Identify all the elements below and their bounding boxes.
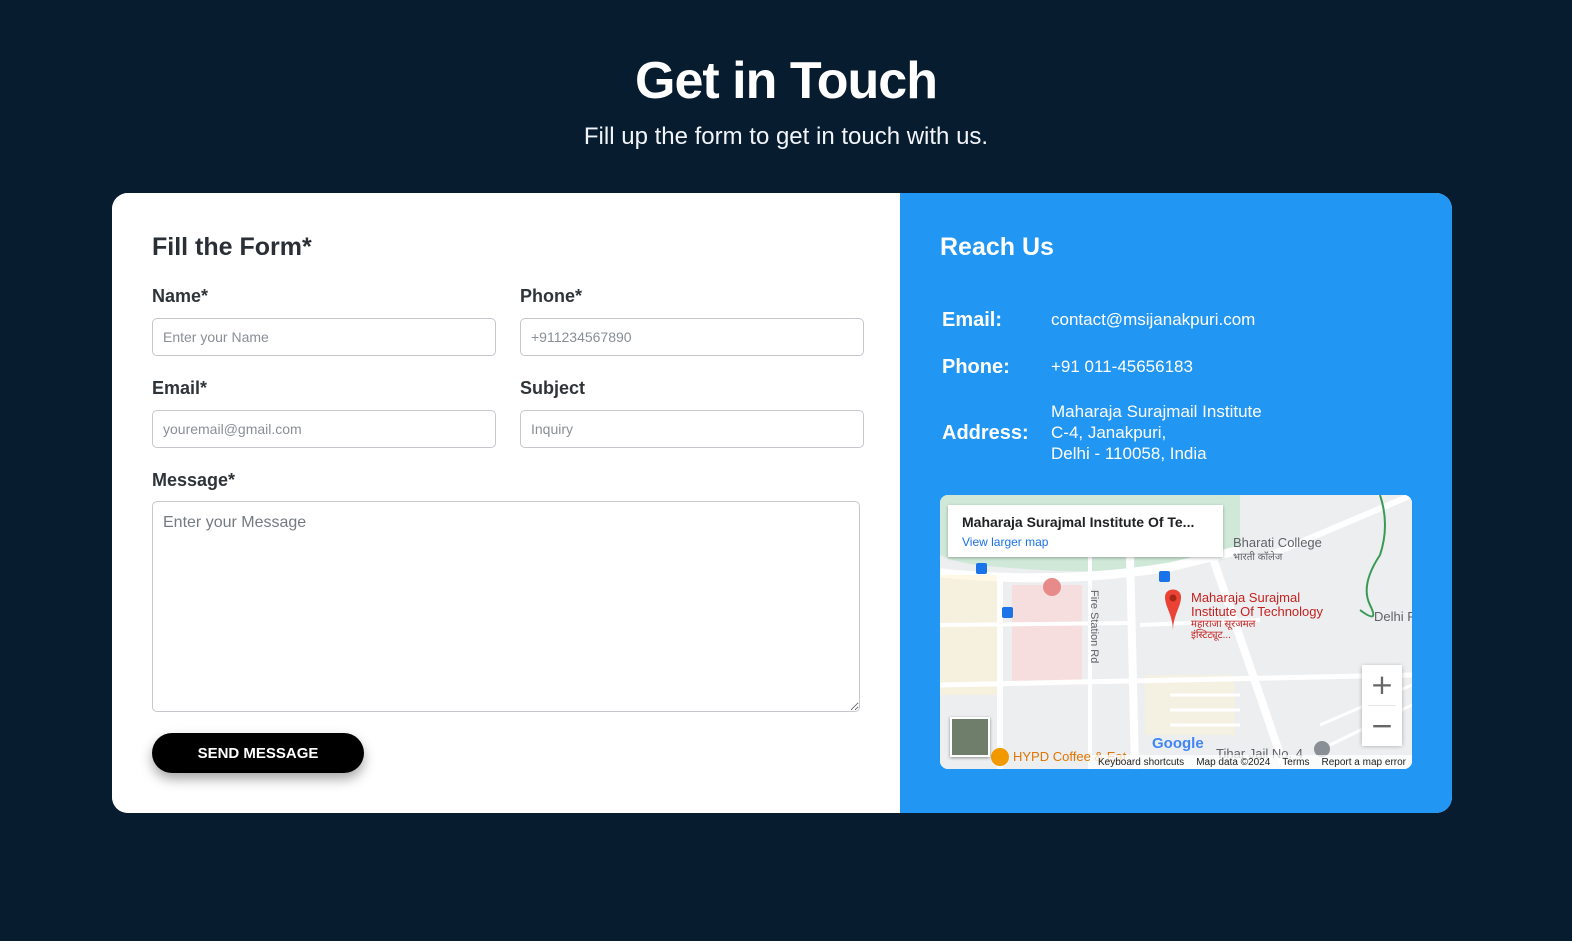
email-label: Email* [152, 378, 208, 398]
map-place-card: Maharaja Surajmal Institute Of Te... Vie… [948, 505, 1223, 557]
contact-address-label: Address: [942, 422, 1029, 444]
email-input[interactable] [152, 410, 496, 448]
zoom-in-button[interactable]: + [1362, 665, 1402, 705]
address-line-2: C-4, Janakpuri, [1051, 423, 1167, 442]
map-label-msit-hi-2: इंस्टिट्यूट... [1191, 630, 1231, 641]
google-logo-text: Google [1152, 735, 1204, 752]
map-label-msit-2: Institute Of Technology [1191, 604, 1324, 619]
reach-us-panel: Reach Us Email: contact@msijanakpuri.com… [900, 193, 1452, 813]
map-label-msit-hi-1: महाराजा सूरजमल [1191, 619, 1256, 630]
google-logo: Google [1152, 735, 1204, 752]
page-header: Get in Touch Fill up the form to get in … [0, 50, 1572, 152]
report-map-error-link[interactable]: Report a map error [1322, 757, 1406, 768]
map-footer: Keyboard shortcuts Map data ©2024 Terms … [1092, 755, 1412, 769]
form-title: Fill the Form* [152, 233, 312, 261]
map-label-delhi: Delhi F [1374, 609, 1412, 624]
reach-us-title: Reach Us [940, 233, 1054, 261]
contact-phone-value[interactable]: +91 011-45656183 [1051, 356, 1193, 377]
page-subtitle: Fill up the form to get in touch with us… [583, 123, 989, 150]
terms-link[interactable]: Terms [1282, 757, 1309, 768]
satellite-toggle[interactable] [950, 717, 990, 757]
form-panel: Fill the Form* Name* Phone* Email* Subje… [112, 193, 900, 813]
map-zoom-controls: + − [1362, 665, 1402, 746]
map-label-bharati: Bharati College [1233, 535, 1322, 550]
name-label: Name* [152, 286, 209, 306]
map-label-fire-station: Fire Station Rd [1088, 590, 1100, 664]
map-label-msit: Maharaja Surajmal Institute Of Technolog… [1191, 590, 1324, 642]
message-textarea[interactable] [152, 501, 860, 712]
address-line-3: Delhi - 110058, India [1051, 444, 1207, 463]
zoom-out-button[interactable]: − [1362, 706, 1402, 746]
message-label: Message* [152, 470, 236, 490]
phone-input[interactable] [520, 318, 864, 356]
page-title: Get in Touch [635, 52, 938, 110]
name-input[interactable] [152, 318, 496, 356]
subject-label: Subject [520, 378, 586, 398]
map-label-bharati-hi: भारती कॉलेज [1233, 552, 1283, 563]
send-message-button[interactable]: SEND MESSAGE [152, 733, 364, 773]
contact-phone-label: Phone: [942, 356, 1010, 378]
map-data-text: Map data ©2024 [1196, 756, 1271, 768]
phone-label: Phone* [520, 286, 583, 306]
contact-address-value: Maharaja Surajmail Institute C-4, Janakp… [1051, 401, 1262, 464]
address-line-1: Maharaja Surajmail Institute [1051, 402, 1262, 421]
embedded-map[interactable]: Bharati College भारती कॉलेज Maharaja Sur… [940, 495, 1412, 769]
contact-card: Fill the Form* Name* Phone* Email* Subje… [112, 193, 1452, 813]
contact-email-label: Email: [942, 309, 1003, 331]
contact-email-value[interactable]: contact@msijanakpuri.com [1051, 309, 1255, 330]
subject-input[interactable] [520, 410, 864, 448]
map-place-name: Maharaja Surajmal Institute Of Te... [962, 514, 1195, 530]
map-label-msit-1: Maharaja Surajmal [1191, 590, 1301, 605]
keyboard-shortcuts-link[interactable]: Keyboard shortcuts [1098, 757, 1184, 768]
view-larger-map-link[interactable]: View larger map [962, 535, 1209, 549]
